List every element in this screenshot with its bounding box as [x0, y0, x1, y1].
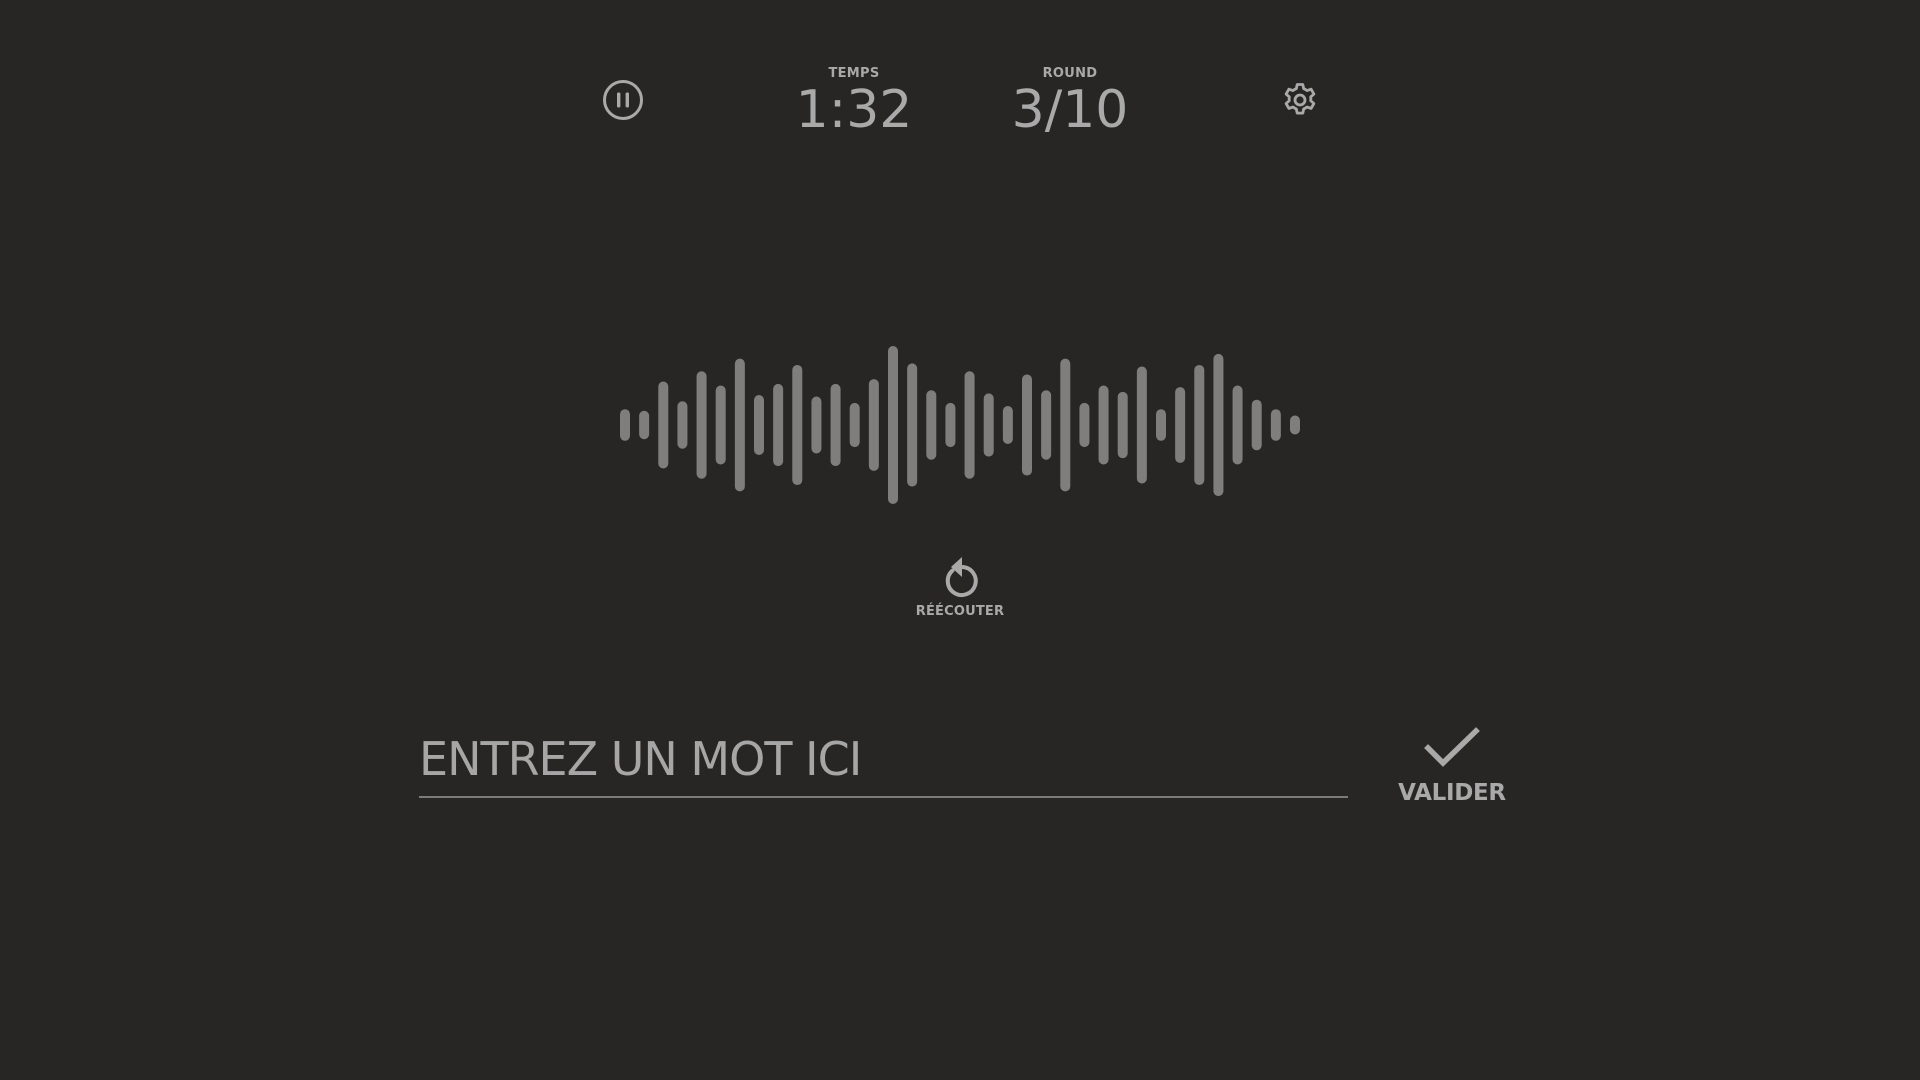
waveform-bar	[1079, 402, 1090, 448]
waveform-bar	[677, 401, 688, 449]
waveform-bar	[1270, 409, 1281, 441]
waveform-bar	[1022, 374, 1032, 476]
waveform-bar	[1290, 415, 1300, 435]
waveform-bar	[734, 358, 745, 492]
waveform-bar	[1117, 391, 1128, 459]
validate-button[interactable]: VALIDER	[1392, 724, 1512, 816]
audio-waveform	[620, 346, 1300, 504]
waveform-bar	[754, 394, 764, 456]
waveform-bar	[888, 346, 898, 504]
waveform-bar	[983, 393, 994, 457]
pause-circle-icon	[603, 80, 643, 120]
waveform-bar	[1098, 385, 1109, 465]
waveform-bar	[639, 410, 650, 440]
waveform-bar	[1002, 406, 1013, 444]
waveform-bar	[792, 364, 803, 486]
waveform-bar	[964, 371, 975, 479]
pause-button[interactable]	[602, 79, 644, 121]
round-display: ROUND 3/10	[1000, 66, 1140, 138]
waveform-bar	[1232, 385, 1243, 465]
waveform-bar	[620, 409, 630, 441]
timer-value: 1:32	[795, 80, 913, 140]
check-icon	[1424, 727, 1480, 767]
waveform-bar	[1194, 364, 1205, 486]
waveform-bar	[1156, 409, 1166, 441]
waveform-bar	[715, 385, 726, 465]
replay-button[interactable]: RÉÉCOUTER	[900, 553, 1020, 631]
waveform-bar	[830, 383, 841, 467]
waveform-bar	[811, 396, 822, 454]
waveform-bar	[926, 390, 937, 460]
round-value: 3/10	[1011, 80, 1129, 140]
waveform-bar	[1041, 390, 1052, 460]
waveform-bar	[1175, 387, 1186, 463]
word-input[interactable]	[419, 722, 1348, 798]
waveform-bar	[1060, 358, 1071, 492]
waveform-bar	[773, 383, 784, 467]
validate-label: VALIDER	[1398, 780, 1506, 806]
waveform-bar	[849, 402, 860, 448]
waveform-bar	[907, 363, 918, 487]
timer-display: TEMPS 1:32	[784, 66, 924, 138]
waveform-bar	[868, 379, 879, 471]
replay-label: RÉÉCOUTER	[915, 604, 1005, 619]
settings-button[interactable]	[1281, 81, 1319, 119]
waveform-bar	[658, 381, 669, 469]
waveform-bar	[1251, 399, 1262, 451]
gear-icon	[1284, 83, 1316, 115]
replay-icon	[945, 557, 978, 597]
waveform-bar	[945, 402, 956, 448]
game-screen: TEMPS 1:32 ROUND 3/10 RÉÉCOUTER VALIDER	[0, 0, 1920, 1080]
waveform-bar	[1136, 366, 1147, 484]
waveform-bar	[696, 371, 707, 479]
waveform-bar	[1213, 353, 1224, 497]
